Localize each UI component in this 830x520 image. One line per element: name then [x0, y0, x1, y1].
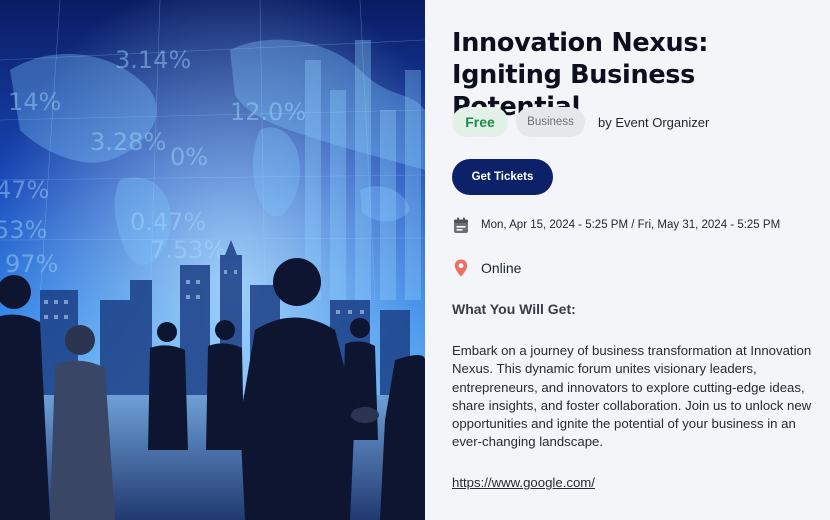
hero-number: 0%: [170, 143, 208, 171]
organizer-name[interactable]: Event Organizer: [615, 115, 709, 130]
event-tags: Free Business by Event Organizer: [452, 107, 709, 137]
hero-number: 3.28%: [90, 128, 166, 156]
section-heading: What You Will Get:: [452, 301, 576, 317]
event-description: Embark on a journey of business transfor…: [452, 343, 812, 450]
hero-number: 12.0%: [230, 98, 306, 126]
hero-number: 47%: [0, 176, 49, 204]
hero-number: 53%: [0, 216, 47, 244]
organizer-byline: by Event Organizer: [598, 115, 709, 130]
hero-number: 97%: [5, 250, 58, 278]
category-badge[interactable]: Business: [516, 107, 585, 137]
event-date-row: Mon, Apr 15, 2024 - 5:25 PM / Fri, May 3…: [452, 216, 780, 234]
organizer-prefix: by: [598, 114, 612, 130]
event-page: 14% 3.14% 47% 53% 97% 0.47% 3.28% 7.53% …: [0, 0, 830, 520]
hero-number: 0.47%: [130, 208, 206, 236]
event-location: Online: [481, 260, 522, 276]
map-pin-icon: [452, 259, 470, 277]
event-date-range: Mon, Apr 15, 2024 - 5:25 PM / Fri, May 3…: [481, 219, 781, 231]
event-hero-image: 14% 3.14% 47% 53% 97% 0.47% 3.28% 7.53% …: [0, 0, 425, 520]
event-details: Innovation Nexus: Igniting Business Pote…: [452, 0, 824, 490]
price-badge: Free: [452, 107, 508, 137]
event-location-row: Online: [452, 259, 521, 277]
calendar-icon: [452, 216, 470, 234]
hero-number: 3.14%: [115, 46, 191, 74]
get-tickets-button[interactable]: Get Tickets: [452, 159, 553, 195]
hero-number: 14%: [8, 88, 61, 116]
hero-number: 7.53%: [150, 236, 226, 264]
event-external-link[interactable]: https://www.google.com/: [452, 475, 595, 490]
